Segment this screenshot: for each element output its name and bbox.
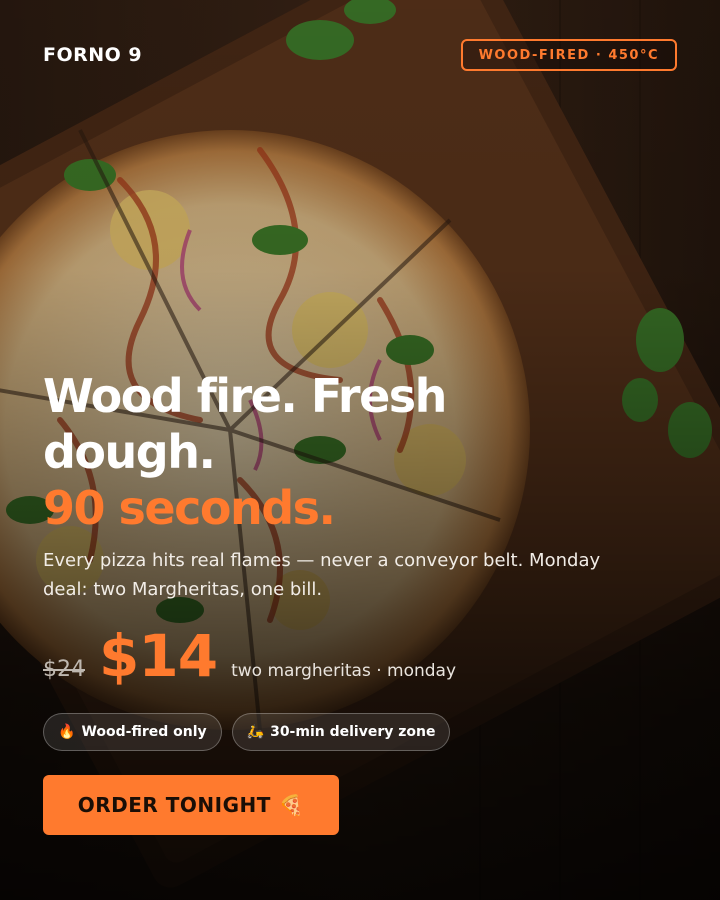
wood-fired-badge: WOOD-FIRED · 450°C [460,39,677,71]
chip-delivery-zone: 🛵 30-min delivery zone [231,713,451,751]
flame-icon: 🔥 [58,724,76,740]
headline-accent: 90 seconds. [43,481,336,535]
feature-chips: 🔥 Wood-fired only 🛵 30-min delivery zone [43,713,451,751]
scooter-icon: 🛵 [246,724,265,740]
hero-headline: Wood fire. Fresh dough. 90 seconds. [43,368,523,536]
chip-wood-fired: 🔥 Wood-fired only [43,713,222,751]
old-price: $24 [43,657,85,682]
order-tonight-button[interactable]: ORDER TONIGHT 🍕 [43,775,339,835]
hero-subtext: Every pizza hits real flames — never a c… [43,550,601,600]
price-row: $24 $14 two margheritas · monday [43,622,456,690]
pizza-icon: 🍕 [278,793,305,817]
headline-main: Wood fire. Fresh dough. [43,369,447,479]
new-price: $14 [99,622,218,690]
brand-logo[interactable]: FORNO 9 [43,44,142,66]
price-note: two margheritas · monday [231,661,457,681]
order-button-label: ORDER TONIGHT [77,793,271,817]
chip-label: 30-min delivery zone [270,724,436,740]
chip-label: Wood-fired only [81,724,207,740]
